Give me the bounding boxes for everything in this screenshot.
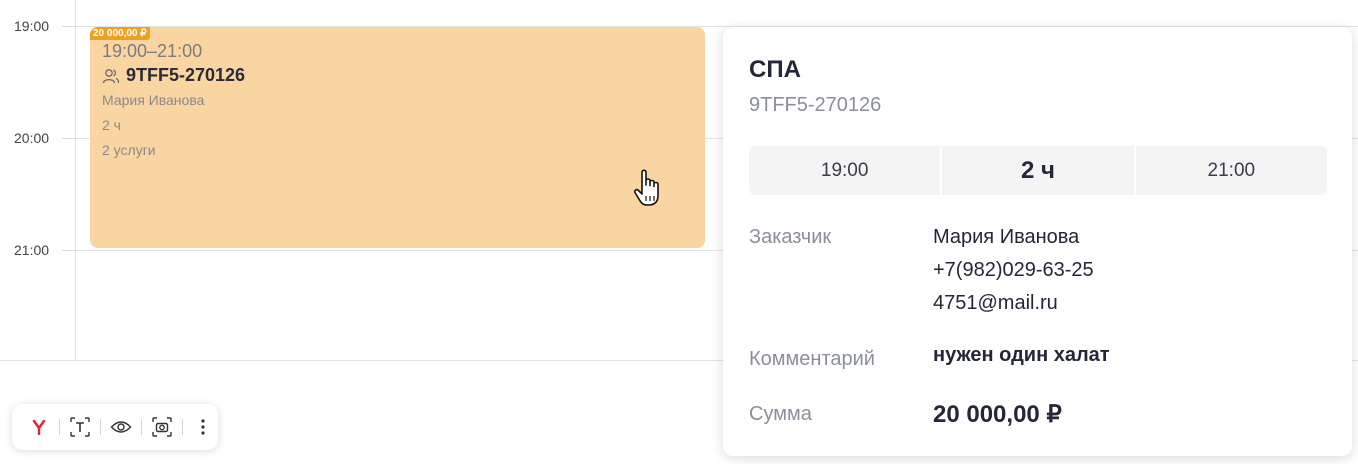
popover-booking-code: 9TFF5-270126	[749, 94, 882, 116]
screenshot-button[interactable]	[147, 412, 177, 442]
comment-value: нужен один халат	[933, 344, 1110, 366]
browser-toolbar	[12, 404, 218, 450]
end-time: 21:00	[1207, 159, 1256, 181]
event-time-range: 19:00–21:00	[102, 41, 203, 61]
toolbar-divider	[141, 419, 142, 435]
popover-title: СПА	[749, 56, 801, 83]
toolbar-divider	[59, 419, 60, 435]
more-button[interactable]	[188, 412, 218, 442]
sum-value: 20 000,00 ₽	[933, 401, 1062, 428]
view-button[interactable]	[106, 412, 136, 442]
customer-email[interactable]: 4751@mail.ru	[933, 292, 1058, 315]
booking-details-popover: СПА 9TFF5-270126 19:00 2 ч 21:00 Заказчи…	[723, 27, 1352, 456]
hour-tick	[62, 26, 76, 27]
time-column: 19:00 20:00 21:00	[0, 0, 76, 360]
hand-pointer-icon	[633, 169, 659, 206]
yandex-icon	[32, 419, 46, 435]
hour-label-21: 21:00	[14, 242, 50, 258]
customer-name: Мария Иванова	[933, 226, 1080, 248]
event-services: 2 услуги	[102, 142, 156, 158]
event-code-row: 9TFF5-270126	[102, 65, 245, 86]
duration: 2 ч	[942, 146, 1136, 195]
toolbar-divider	[100, 419, 101, 435]
sum-label: Сумма	[749, 403, 812, 425]
hour-label-19: 19:00	[14, 18, 50, 34]
more-vertical-icon	[201, 419, 205, 435]
screenshot-icon	[152, 417, 172, 437]
start-time: 19:00	[749, 146, 943, 195]
event-customer: Мария Иванова	[102, 92, 205, 108]
booking-event[interactable]: 20 000,00 ₽ 19:00–21:00 9TFF5-270126 Мар…	[90, 27, 705, 248]
eye-icon	[110, 421, 132, 433]
hour-tick	[62, 138, 76, 139]
yandex-button[interactable]	[24, 412, 54, 442]
hour-label-20: 20:00	[14, 130, 50, 146]
event-code: 9TFF5-270126	[126, 65, 246, 85]
hour-tick	[62, 250, 76, 251]
toolbar-divider	[182, 419, 183, 435]
people-icon	[102, 68, 120, 83]
customer-phone[interactable]: +7(982)029-63-25	[933, 259, 1094, 282]
customer-label: Заказчик	[749, 226, 832, 248]
price-badge: 20 000,00 ₽	[90, 27, 150, 40]
text-recognition-button[interactable]	[65, 412, 95, 442]
comment-label: Комментарий	[749, 348, 875, 370]
time-summary-bar: 19:00 2 ч 21:00	[749, 146, 1327, 195]
text-recognition-icon	[70, 417, 90, 437]
event-duration: 2 ч	[102, 117, 121, 133]
